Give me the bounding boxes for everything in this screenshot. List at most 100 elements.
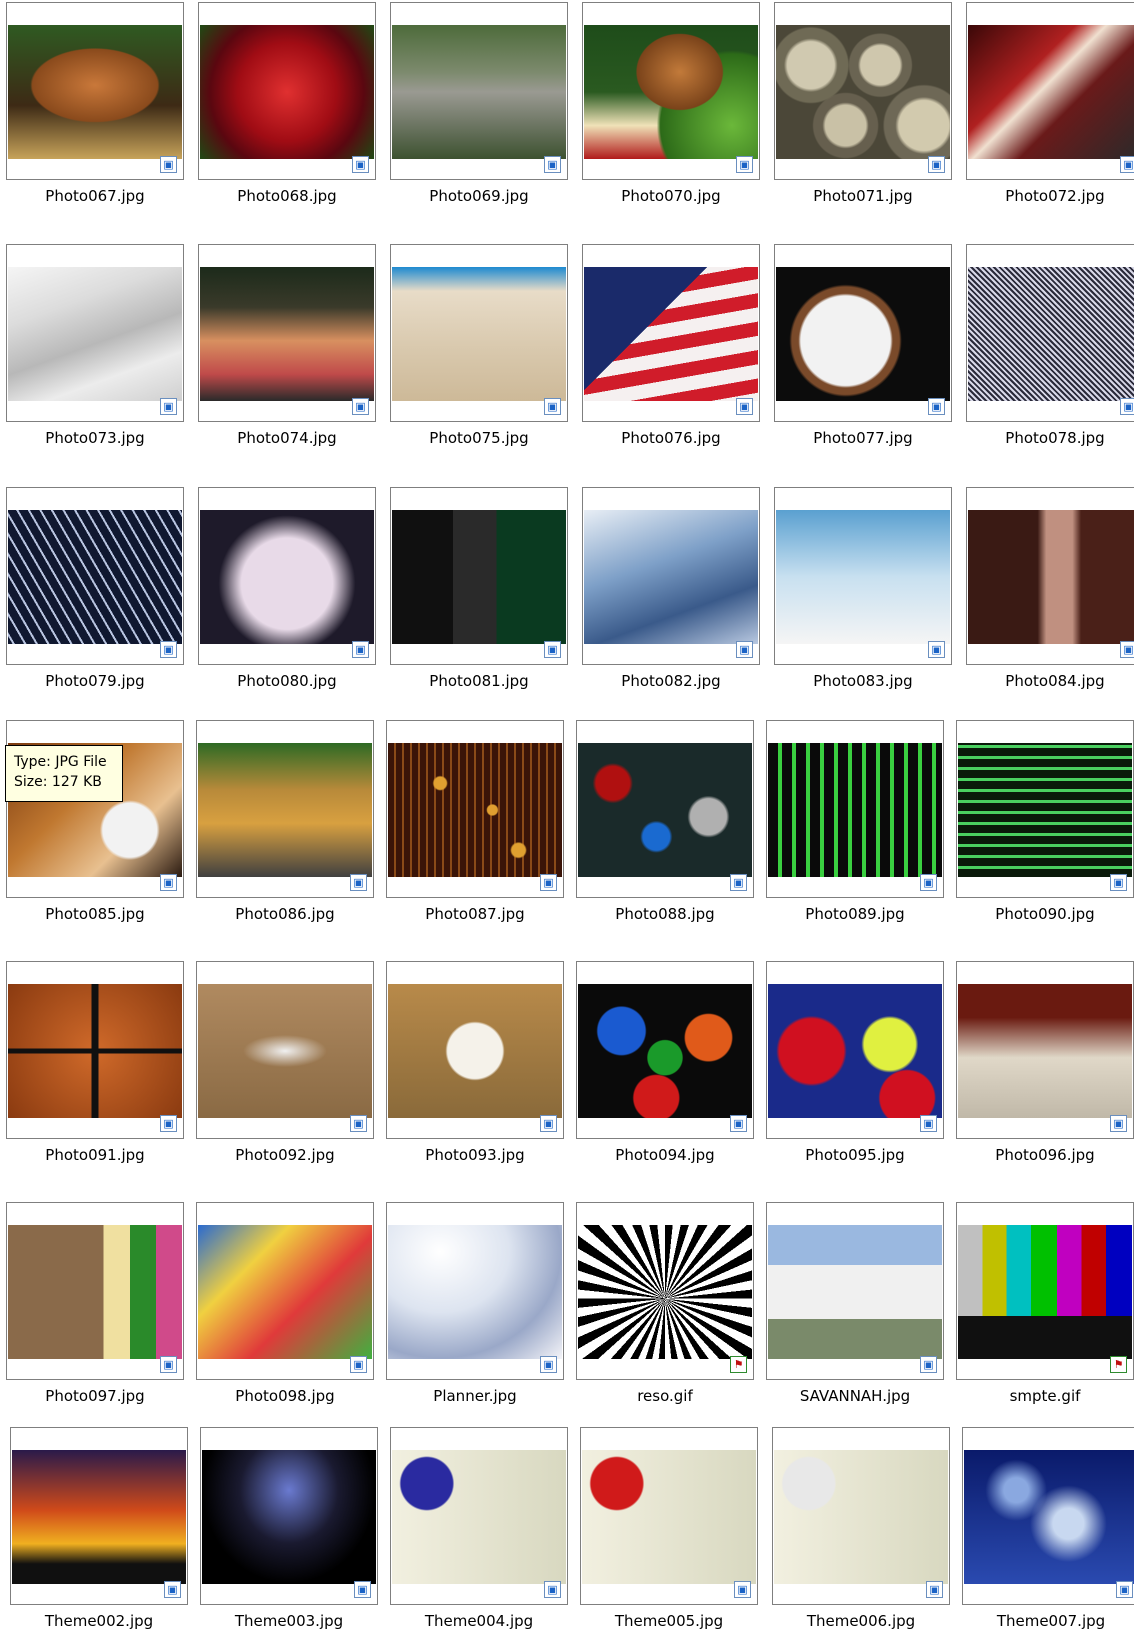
file-name-label[interactable]: Photo073.jpg bbox=[0, 429, 195, 447]
file-thumbnail[interactable]: ▣ bbox=[966, 2, 1134, 180]
jpg-file-type-icon: ▣ bbox=[730, 1115, 747, 1132]
file-name-label[interactable]: Photo075.jpg bbox=[379, 429, 579, 447]
file-thumbnail[interactable]: ▣ bbox=[576, 961, 754, 1139]
file-thumbnail[interactable]: ▣ bbox=[766, 1202, 944, 1380]
file-name-label[interactable]: Photo080.jpg bbox=[187, 672, 387, 690]
file-thumbnail[interactable]: ▣ bbox=[196, 961, 374, 1139]
tooltip-size: Size: 127 KB bbox=[14, 774, 102, 790]
file-thumbnail[interactable]: ▣ bbox=[582, 487, 760, 665]
file-name-label[interactable]: SAVANNAH.jpg bbox=[755, 1387, 955, 1405]
file-thumbnail[interactable]: ▣ bbox=[956, 720, 1134, 898]
file-thumbnail[interactable]: ▣ bbox=[390, 2, 568, 180]
file-name-label[interactable]: Photo090.jpg bbox=[945, 905, 1134, 923]
file-name-label[interactable]: Photo068.jpg bbox=[187, 187, 387, 205]
jpg-file-type-icon: ▣ bbox=[928, 398, 945, 415]
file-name-label[interactable]: Theme005.jpg bbox=[569, 1612, 769, 1630]
file-thumbnail[interactable]: ▣ bbox=[962, 1427, 1134, 1605]
file-thumbnail[interactable]: ▣ bbox=[386, 961, 564, 1139]
jpg-file-type-icon: ▣ bbox=[928, 641, 945, 658]
file-name-label[interactable]: Photo095.jpg bbox=[755, 1146, 955, 1164]
file-name-label[interactable]: Photo093.jpg bbox=[375, 1146, 575, 1164]
circuit-green-preview-image bbox=[768, 743, 942, 877]
file-name-label[interactable]: Photo096.jpg bbox=[945, 1146, 1134, 1164]
file-name-label[interactable]: Photo071.jpg bbox=[763, 187, 963, 205]
file-name-label[interactable]: smpte.gif bbox=[945, 1387, 1134, 1405]
file-name-label[interactable]: Photo076.jpg bbox=[571, 429, 771, 447]
file-thumbnail[interactable]: ▣ bbox=[766, 720, 944, 898]
file-thumbnail[interactable]: ⚑ bbox=[956, 1202, 1134, 1380]
file-name-label[interactable]: Photo087.jpg bbox=[375, 905, 575, 923]
file-thumbnail[interactable]: ▣ bbox=[582, 244, 760, 422]
file-thumbnail[interactable]: ▣ bbox=[386, 720, 564, 898]
file-thumbnail[interactable]: ▣ bbox=[774, 244, 952, 422]
file-name-label[interactable]: Photo097.jpg bbox=[0, 1387, 195, 1405]
file-name-label[interactable]: Photo078.jpg bbox=[955, 429, 1134, 447]
jpg-file-type-icon: ▣ bbox=[352, 156, 369, 173]
gif-file-type-icon: ⚑ bbox=[730, 1356, 747, 1373]
file-name-label[interactable]: Photo074.jpg bbox=[187, 429, 387, 447]
file-thumbnail[interactable]: ▣ bbox=[580, 1427, 758, 1605]
file-name-label[interactable]: Theme002.jpg bbox=[0, 1612, 199, 1630]
file-thumbnail[interactable]: ▣ bbox=[766, 961, 944, 1139]
file-thumbnail[interactable]: ▣ bbox=[198, 487, 376, 665]
gif-file-type-icon: ⚑ bbox=[1110, 1356, 1127, 1373]
file-thumbnail[interactable]: ▣ bbox=[774, 487, 952, 665]
file-name-label[interactable]: Photo092.jpg bbox=[185, 1146, 385, 1164]
file-thumbnail[interactable]: ▣ bbox=[582, 2, 760, 180]
file-thumbnail[interactable]: ⚑ bbox=[576, 1202, 754, 1380]
file-thumbnail[interactable]: ▣ bbox=[576, 720, 754, 898]
file-thumbnail[interactable]: ▣ bbox=[198, 2, 376, 180]
file-name-label[interactable]: reso.gif bbox=[565, 1387, 765, 1405]
file-thumbnail[interactable]: ▣ bbox=[6, 487, 184, 665]
file-name-label[interactable]: Theme006.jpg bbox=[761, 1612, 961, 1630]
file-name-label[interactable]: Theme004.jpg bbox=[379, 1612, 579, 1630]
file-thumbnail[interactable]: ▣ bbox=[6, 244, 184, 422]
file-thumbnail[interactable]: ▣ bbox=[196, 1202, 374, 1380]
file-name-label[interactable]: Photo079.jpg bbox=[0, 672, 195, 690]
file-name-label[interactable]: Photo084.jpg bbox=[955, 672, 1134, 690]
file-name-label[interactable]: Theme003.jpg bbox=[189, 1612, 389, 1630]
file-thumbnail[interactable]: ▣ bbox=[200, 1427, 378, 1605]
file-name-label[interactable]: Photo070.jpg bbox=[571, 187, 771, 205]
file-thumbnail[interactable]: ▣ bbox=[956, 961, 1134, 1139]
file-name-label[interactable]: Photo069.jpg bbox=[379, 187, 579, 205]
circuit-green2-preview-image bbox=[958, 743, 1132, 877]
file-name-label[interactable]: Photo094.jpg bbox=[565, 1146, 765, 1164]
file-thumbnail[interactable]: ▣ bbox=[772, 1427, 950, 1605]
file-name-label[interactable]: Photo085.jpg bbox=[0, 905, 195, 923]
ribbon-white-preview-image bbox=[774, 1450, 948, 1584]
file-name-label[interactable]: Photo089.jpg bbox=[755, 905, 955, 923]
file-thumbnail[interactable]: ▣ bbox=[386, 1202, 564, 1380]
jpg-file-type-icon: ▣ bbox=[540, 1115, 557, 1132]
jpg-file-type-icon: ▣ bbox=[160, 156, 177, 173]
file-thumbnail[interactable]: ▣ bbox=[10, 1427, 188, 1605]
file-thumbnail[interactable]: ▣ bbox=[6, 961, 184, 1139]
jpg-file-type-icon: ▣ bbox=[736, 156, 753, 173]
file-thumbnail[interactable]: ▣ bbox=[6, 2, 184, 180]
file-thumbnail[interactable]: ▣ bbox=[198, 244, 376, 422]
file-thumbnail[interactable]: ▣ bbox=[966, 244, 1134, 422]
file-name-label[interactable]: Photo088.jpg bbox=[565, 905, 765, 923]
file-thumbnail[interactable]: ▣ bbox=[966, 487, 1134, 665]
file-thumbnail[interactable]: ▣ bbox=[196, 720, 374, 898]
file-name-label[interactable]: Photo082.jpg bbox=[571, 672, 771, 690]
file-thumbnail[interactable]: ▣ bbox=[6, 1202, 184, 1380]
file-thumbnail[interactable]: ▣ bbox=[390, 487, 568, 665]
file-name-label[interactable]: Photo086.jpg bbox=[185, 905, 385, 923]
food-preview-image bbox=[584, 25, 758, 159]
file-name-label[interactable]: Photo081.jpg bbox=[379, 672, 579, 690]
file-thumbnail[interactable]: ▣ bbox=[390, 1427, 568, 1605]
file-name-label[interactable]: Photo083.jpg bbox=[763, 672, 963, 690]
file-name-label[interactable]: Photo077.jpg bbox=[763, 429, 963, 447]
plane-preview-image bbox=[198, 984, 372, 1118]
file-name-label[interactable]: Photo072.jpg bbox=[955, 187, 1134, 205]
file-name-label[interactable]: Photo098.jpg bbox=[185, 1387, 385, 1405]
file-name-label[interactable]: Planner.jpg bbox=[375, 1387, 575, 1405]
file-name-label[interactable]: Theme007.jpg bbox=[951, 1612, 1134, 1630]
file-thumbnail[interactable]: ▣ bbox=[774, 2, 952, 180]
file-thumbnail[interactable]: ▣ bbox=[390, 244, 568, 422]
circuit-brown-preview-image bbox=[388, 743, 562, 877]
loader-preview-image bbox=[198, 743, 372, 877]
file-name-label[interactable]: Photo067.jpg bbox=[0, 187, 195, 205]
file-name-label[interactable]: Photo091.jpg bbox=[0, 1146, 195, 1164]
